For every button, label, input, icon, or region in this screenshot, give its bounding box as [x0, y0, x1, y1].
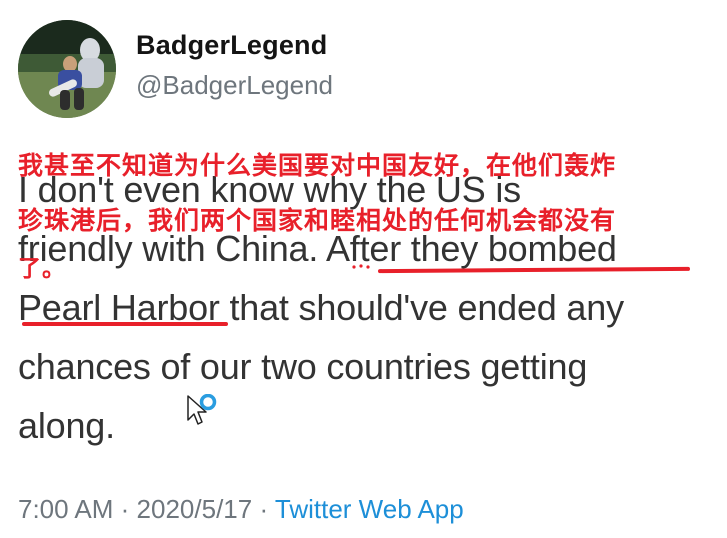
tweet-meta: 7:00 AM · 2020/5/17 · Twitter Web App: [18, 494, 464, 525]
meta-separator: ·: [259, 494, 269, 524]
tweet-time: 7:00 AM: [18, 494, 114, 524]
tweet-line: Pearl Harbor that should've ended any: [18, 287, 624, 328]
mouse-pointer-busy-icon: [187, 394, 217, 425]
red-underline-annotation: [22, 322, 228, 326]
tweet-line: chances of our two countries getting: [18, 346, 588, 387]
tweet-source-link[interactable]: Twitter Web App: [275, 494, 464, 524]
avatar-photo-icon: [18, 20, 116, 118]
red-dots-annotation: [352, 264, 370, 269]
meta-separator: ·: [120, 494, 130, 524]
user-handle[interactable]: @BadgerLegend: [136, 70, 333, 101]
tweet-date: 2020/5/17: [136, 494, 253, 524]
display-name[interactable]: BadgerLegend: [136, 30, 327, 61]
chinese-translation-line: 珍珠港后，我们两个国家和睦相处的任何机会都没有: [18, 206, 617, 235]
chinese-translation-line: 我甚至不知道为什么美国要对中国友好，在他们轰炸: [18, 151, 617, 180]
tweet-line: along.: [18, 405, 115, 446]
avatar[interactable]: [18, 20, 116, 118]
tweet-text: I don't even know why the US is friendly…: [18, 160, 708, 455]
